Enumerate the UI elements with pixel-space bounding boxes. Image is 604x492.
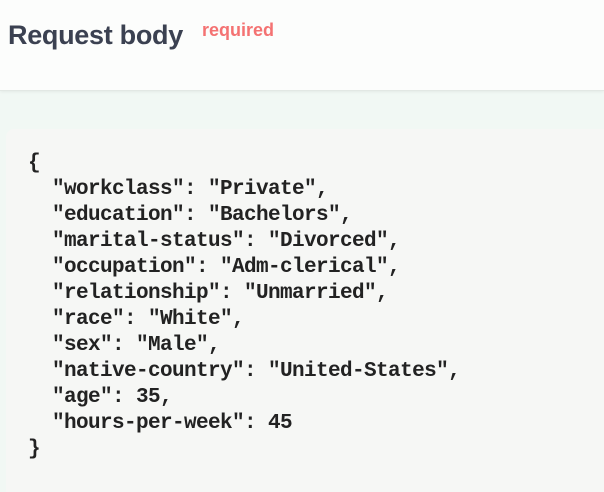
section-title: Request body [8, 20, 183, 50]
request-body-json[interactable]: { "workclass": "Private", "education": "… [28, 151, 461, 463]
request-body-editor[interactable]: { "workclass": "Private", "education": "… [6, 129, 604, 492]
request-body-section: Request body required { "workclass": "Pr… [0, 0, 604, 492]
section-header: Request body required [0, 0, 604, 91]
required-badge: required [202, 20, 275, 40]
